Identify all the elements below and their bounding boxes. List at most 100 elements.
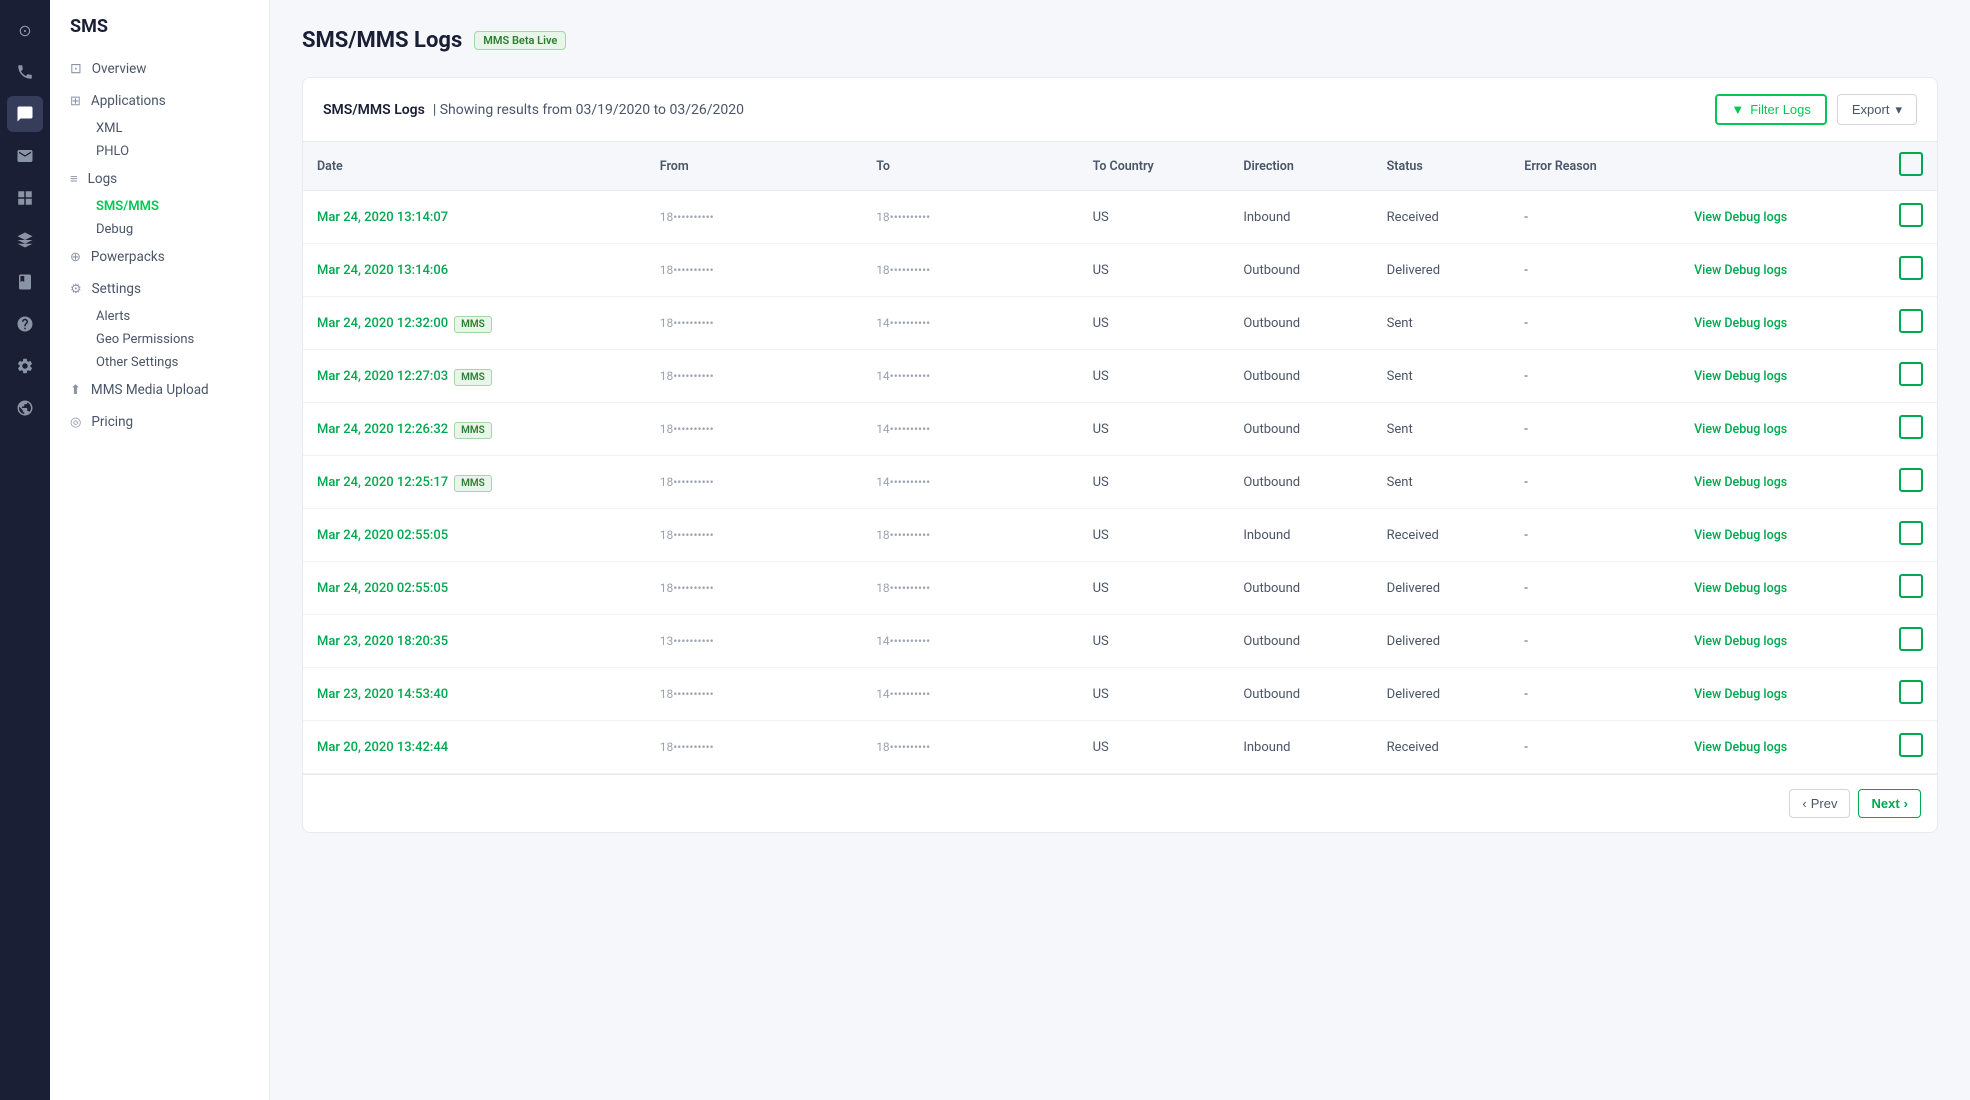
cell-view-debug: View Debug logs: [1680, 615, 1885, 668]
row-checkbox[interactable]: [1899, 627, 1923, 651]
to-number: 14••••••••••: [876, 369, 976, 383]
cell-status: Received: [1373, 509, 1511, 562]
help-icon[interactable]: [7, 306, 43, 342]
header-checkbox[interactable]: [1899, 152, 1923, 176]
applications-icon: ⊞: [70, 94, 81, 109]
view-debug-link[interactable]: View Debug logs: [1694, 263, 1787, 278]
filter-logs-button[interactable]: ▼ Filter Logs: [1715, 94, 1827, 125]
date-link[interactable]: Mar 24, 2020 12:25:17: [317, 475, 448, 490]
cell-date: Mar 24, 2020 12:27:03MMS: [303, 350, 646, 403]
row-checkbox[interactable]: [1899, 680, 1923, 704]
cell-direction: Outbound: [1229, 668, 1372, 721]
cell-to: 14••••••••••: [862, 615, 1078, 668]
view-debug-link[interactable]: View Debug logs: [1694, 528, 1787, 543]
view-debug-link[interactable]: View Debug logs: [1694, 369, 1787, 384]
view-debug-link[interactable]: View Debug logs: [1694, 581, 1787, 596]
sidebar-sub-other-settings[interactable]: Other Settings: [50, 351, 269, 374]
date-link[interactable]: Mar 24, 2020 12:26:32: [317, 422, 448, 437]
layers-icon[interactable]: [7, 222, 43, 258]
cell-direction: Outbound: [1229, 244, 1372, 297]
view-debug-link[interactable]: View Debug logs: [1694, 422, 1787, 437]
row-checkbox[interactable]: [1899, 574, 1923, 598]
cell-status: Sent: [1373, 350, 1511, 403]
sidebar-title: SMS: [50, 16, 269, 53]
date-link[interactable]: Mar 24, 2020 02:55:05: [317, 581, 448, 596]
view-debug-link[interactable]: View Debug logs: [1694, 634, 1787, 649]
sidebar-item-label: Overview: [92, 61, 147, 77]
view-debug-link[interactable]: View Debug logs: [1694, 687, 1787, 702]
icon-rail: ⊙: [0, 0, 50, 1100]
cell-date: Mar 23, 2020 14:53:40: [303, 668, 646, 721]
view-debug-link[interactable]: View Debug logs: [1694, 475, 1787, 490]
card-header-left: SMS/MMS Logs | Showing results from 03/1…: [323, 102, 744, 118]
cell-direction: Outbound: [1229, 562, 1372, 615]
grid-icon[interactable]: [7, 180, 43, 216]
sidebar-sub-xml[interactable]: XML: [50, 117, 269, 140]
view-debug-link[interactable]: View Debug logs: [1694, 210, 1787, 225]
date-link[interactable]: Mar 23, 2020 18:20:35: [317, 634, 448, 649]
cell-date: Mar 24, 2020 12:32:00MMS: [303, 297, 646, 350]
row-checkbox[interactable]: [1899, 309, 1923, 333]
row-checkbox[interactable]: [1899, 256, 1923, 280]
date-link[interactable]: Mar 24, 2020 12:27:03: [317, 369, 448, 384]
row-checkbox[interactable]: [1899, 521, 1923, 545]
from-number: 18••••••••••: [660, 316, 760, 330]
table-row: Mar 24, 2020 12:32:00MMS18••••••••••14••…: [303, 297, 1937, 350]
view-debug-link[interactable]: View Debug logs: [1694, 740, 1787, 755]
view-debug-link[interactable]: View Debug logs: [1694, 316, 1787, 331]
date-link[interactable]: Mar 24, 2020 12:32:00: [317, 316, 448, 331]
date-link[interactable]: Mar 24, 2020 13:14:07: [317, 210, 448, 225]
date-link[interactable]: Mar 24, 2020 13:14:06: [317, 263, 448, 278]
export-chevron-icon: ▾: [1895, 102, 1902, 118]
cell-error-reason: -: [1510, 244, 1680, 297]
sidebar-item-label: Pricing: [91, 414, 133, 430]
cell-date: Mar 20, 2020 13:42:44: [303, 721, 646, 774]
sidebar-sub-debug[interactable]: Debug: [50, 218, 269, 241]
row-checkbox[interactable]: [1899, 362, 1923, 386]
cell-to: 14••••••••••: [862, 350, 1078, 403]
sidebar-sub-geo-permissions[interactable]: Geo Permissions: [50, 328, 269, 351]
date-link[interactable]: Mar 24, 2020 02:55:05: [317, 528, 448, 543]
book-icon[interactable]: [7, 264, 43, 300]
row-checkbox[interactable]: [1899, 468, 1923, 492]
sidebar-sub-smsmms[interactable]: SMS/MMS: [50, 195, 269, 218]
sms-icon[interactable]: [7, 96, 43, 132]
mail-icon[interactable]: [7, 138, 43, 174]
cell-error-reason: -: [1510, 721, 1680, 774]
from-number: 18••••••••••: [660, 740, 760, 754]
date-link[interactable]: Mar 20, 2020 13:42:44: [317, 740, 448, 755]
sidebar-item-logs[interactable]: ≡ Logs: [50, 163, 269, 195]
sidebar-item-label: MMS Media Upload: [91, 382, 209, 398]
sidebar-item-overview[interactable]: ⊡ Overview: [50, 53, 269, 85]
sidebar-sub-alerts[interactable]: Alerts: [50, 305, 269, 328]
home-icon[interactable]: ⊙: [7, 12, 43, 48]
cell-checkbox: [1885, 297, 1937, 350]
cell-to-country: US: [1079, 509, 1230, 562]
sidebar-item-applications[interactable]: ⊞ Applications: [50, 85, 269, 117]
cell-status: Received: [1373, 721, 1511, 774]
col-status: Status: [1373, 142, 1511, 191]
sidebar-item-mms-media-upload[interactable]: ⬆ MMS Media Upload: [50, 374, 269, 406]
row-checkbox[interactable]: [1899, 733, 1923, 757]
sidebar-item-settings[interactable]: ⚙ Settings: [50, 273, 269, 305]
globe-icon[interactable]: [7, 390, 43, 426]
pagination: ‹ Prev Next ›: [303, 774, 1937, 832]
row-checkbox[interactable]: [1899, 415, 1923, 439]
cell-from: 18••••••••••: [646, 668, 862, 721]
logs-icon: ≡: [70, 171, 78, 187]
date-link[interactable]: Mar 23, 2020 14:53:40: [317, 687, 448, 702]
settings-icon[interactable]: [7, 348, 43, 384]
cell-to-country: US: [1079, 297, 1230, 350]
sidebar-item-pricing[interactable]: ◎ Pricing: [50, 406, 269, 438]
phone-icon[interactable]: [7, 54, 43, 90]
to-number: 14••••••••••: [876, 687, 976, 701]
table-row: Mar 24, 2020 02:55:0518••••••••••18•••••…: [303, 509, 1937, 562]
from-number: 18••••••••••: [660, 528, 760, 542]
sidebar-sub-phlo[interactable]: PHLO: [50, 140, 269, 163]
sidebar-item-powerpacks[interactable]: ⊕ Powerpacks: [50, 241, 269, 273]
export-button[interactable]: Export ▾: [1837, 94, 1917, 125]
row-checkbox[interactable]: [1899, 203, 1923, 227]
date-range-text: | Showing results from 03/19/2020 to 03/…: [433, 102, 744, 118]
next-button[interactable]: Next ›: [1858, 789, 1921, 818]
prev-button[interactable]: ‹ Prev: [1789, 789, 1850, 818]
